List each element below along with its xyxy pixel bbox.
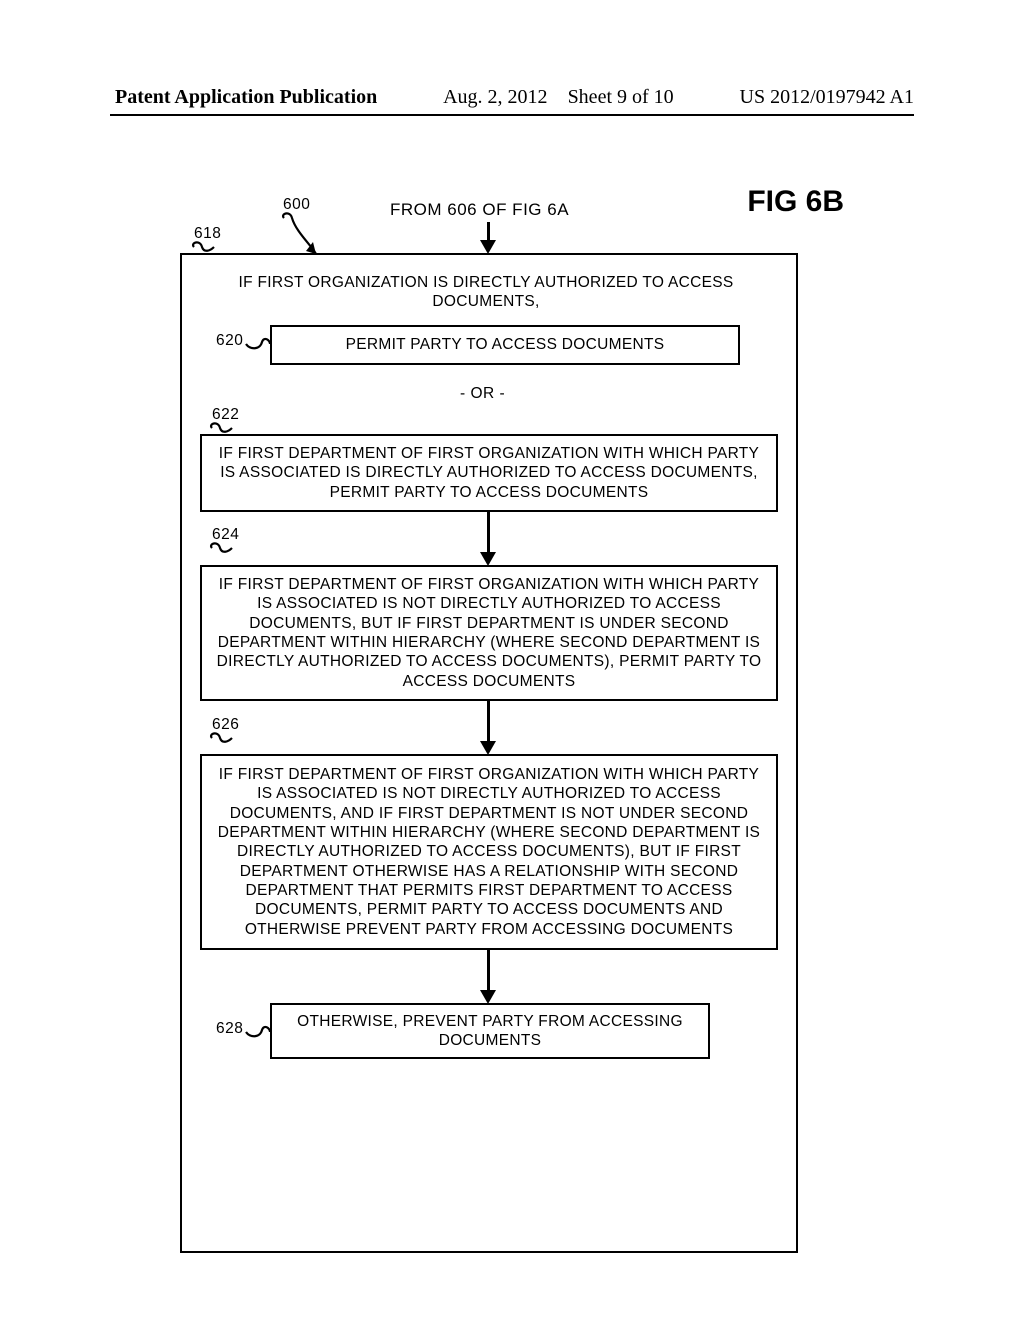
header-mid: Aug. 2, 2012 Sheet 9 of 10	[443, 86, 674, 109]
box-620: PERMIT PARTY TO ACCESS DOCUMENTS	[270, 325, 740, 365]
box-622: IF FIRST DEPARTMENT OF FIRST ORGANIZATIO…	[200, 434, 778, 512]
ref-628-leader	[244, 1024, 272, 1038]
page: Patent Application Publication Aug. 2, 2…	[0, 0, 1024, 1320]
box-626: IF FIRST DEPARTMENT OF FIRST ORGANIZATIO…	[200, 754, 778, 950]
arrow-624-626-line	[487, 701, 490, 743]
ref-626-leader	[206, 732, 234, 746]
ref-600-leader	[278, 212, 318, 256]
box-628-text: OTHERWISE, PREVENT PARTY FROM ACCESSING …	[280, 1012, 700, 1051]
header-rule	[110, 114, 914, 116]
box-624-text: IF FIRST DEPARTMENT OF FIRST ORGANIZATIO…	[210, 575, 768, 691]
arrow-in-head	[480, 240, 496, 254]
arrow-622-624-line	[487, 512, 490, 554]
ref-628: 628	[216, 1020, 243, 1038]
header-left: Patent Application Publication	[115, 86, 377, 109]
box-618-text: IF FIRST ORGANIZATION IS DIRECTLY AUTHOR…	[206, 273, 766, 312]
figure-title: FIG 6B	[747, 185, 844, 219]
arrow-624-626-head	[480, 741, 496, 755]
box-628: OTHERWISE, PREVENT PARTY FROM ACCESSING …	[270, 1003, 710, 1059]
box-620-text: PERMIT PARTY TO ACCESS DOCUMENTS	[346, 335, 665, 354]
from-label: FROM 606 OF FIG 6A	[390, 200, 569, 220]
or-label: - OR -	[460, 385, 505, 403]
header-sheet: Sheet 9 of 10	[568, 86, 674, 108]
header-date: Aug. 2, 2012	[443, 86, 547, 108]
box-626-text: IF FIRST DEPARTMENT OF FIRST ORGANIZATIO…	[210, 765, 768, 939]
ref-620-leader	[244, 336, 272, 350]
header-pubnum: US 2012/0197942 A1	[740, 86, 914, 109]
box-624: IF FIRST DEPARTMENT OF FIRST ORGANIZATIO…	[200, 565, 778, 701]
arrow-in-line	[487, 222, 490, 242]
box-622-text: IF FIRST DEPARTMENT OF FIRST ORGANIZATIO…	[210, 444, 768, 502]
arrow-626-628-head	[480, 990, 496, 1004]
ref-624-leader	[206, 542, 234, 556]
page-header: Patent Application Publication Aug. 2, 2…	[0, 86, 1024, 109]
arrow-626-628-line	[487, 950, 490, 992]
arrow-622-624-head	[480, 552, 496, 566]
ref-620: 620	[216, 332, 243, 350]
